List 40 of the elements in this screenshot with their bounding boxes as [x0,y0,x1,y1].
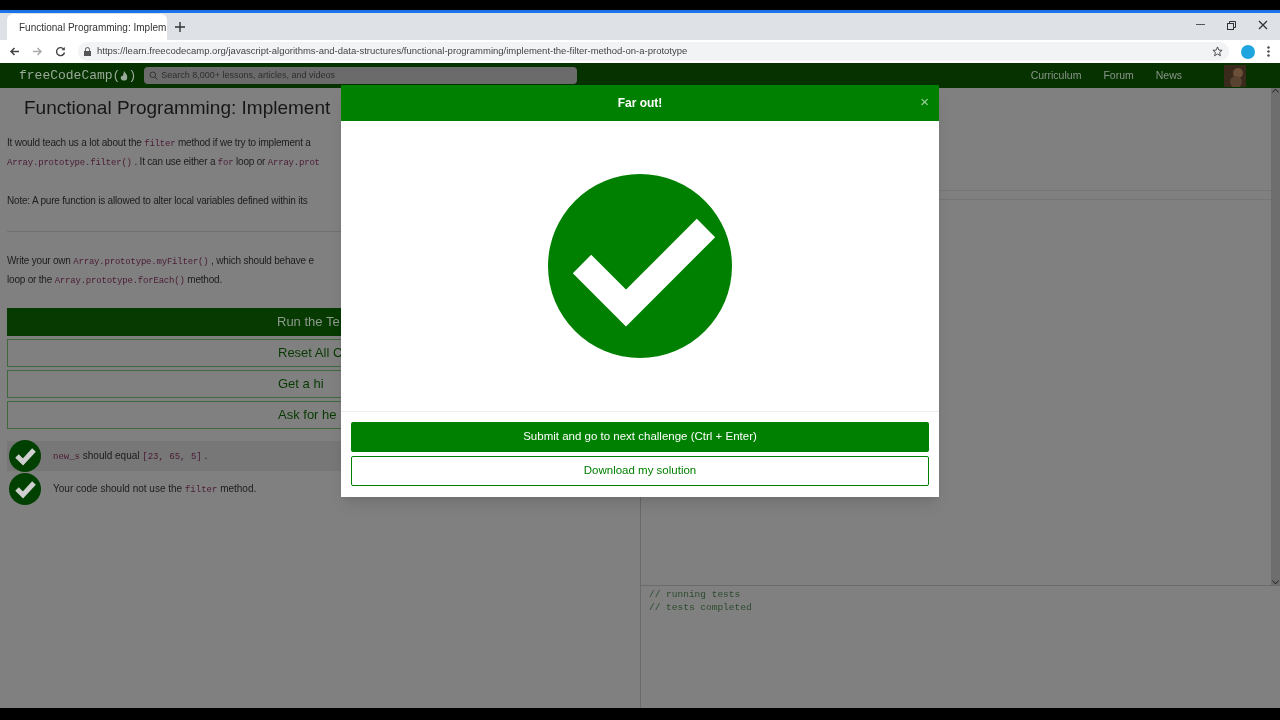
restore-icon[interactable] [1227,20,1236,30]
reload-icon[interactable] [55,46,66,57]
lesson-title: Functional Programming: Implement [24,96,331,120]
tab-title: Functional Programming: Implem [19,20,167,35]
nav-link[interactable]: Forum [1103,67,1134,84]
new-tab-icon[interactable] [175,22,185,32]
scrollbar[interactable] [1271,88,1280,585]
close-button[interactable]: × [920,94,929,110]
profile-icon[interactable] [1241,44,1255,59]
test-text: Your code should not use the filter method. [53,481,257,497]
test-text: new_s should equal [23, 65, 5] . [53,448,208,464]
search-icon [149,71,159,80]
lock-icon [84,47,91,56]
star-icon[interactable] [1212,46,1223,57]
download-button[interactable]: Download my solution [351,456,929,486]
chevron-up-icon[interactable] [1272,88,1279,93]
console-line: // running tests [649,588,741,601]
site-logo[interactable]: freeCodeCamp( ) [19,65,137,86]
nav-link[interactable]: Curriculum [1030,67,1082,84]
logo-text: ) [128,66,137,85]
minimize-icon[interactable] [1196,24,1205,26]
address-bar[interactable]: https://learn.freecodecamp.org/javascript-algorithms-and-data-structures/functional-programming/implement-the-filter-method-on-a-prototype [78,42,1229,61]
modal-title: Far out! [617,95,663,112]
paragraph-line: It would teach us a lot about the filter method if we try to implement a [7,136,311,151]
paragraph-line: loop or the Array.prototype.forEach() method. [7,273,222,288]
paragraph-line: Array.prototype.filter() . It can use either a for loop or Array.prot [7,155,320,170]
flame-icon [120,70,129,81]
chevron-down-icon[interactable] [1272,580,1279,585]
logo-text: freeCodeCamp( [19,66,121,85]
browser-tab[interactable]: Functional Programming: Implem [7,14,167,40]
menu-icon[interactable] [1267,46,1270,57]
paragraph-line: Note: A pure function is allowed to alter local variables defined within its [7,194,308,208]
nav-link[interactable]: News [1155,67,1182,84]
paragraph-line: Write your own Array.prototype.myFilter() , which should behave e [7,254,314,269]
back-icon[interactable] [9,46,20,57]
close-icon[interactable] [1258,20,1268,30]
console-line: // tests completed [649,601,752,614]
submit-button[interactable]: Submit and go to next challenge (Ctrl + Enter) [351,422,929,452]
success-check-icon [548,174,732,358]
url-text: https://learn.freecodecamp.org/javascript-algorithms-and-data-structures/functional-programming/implement-the-filter-method-on-a-prototype [97,44,688,59]
